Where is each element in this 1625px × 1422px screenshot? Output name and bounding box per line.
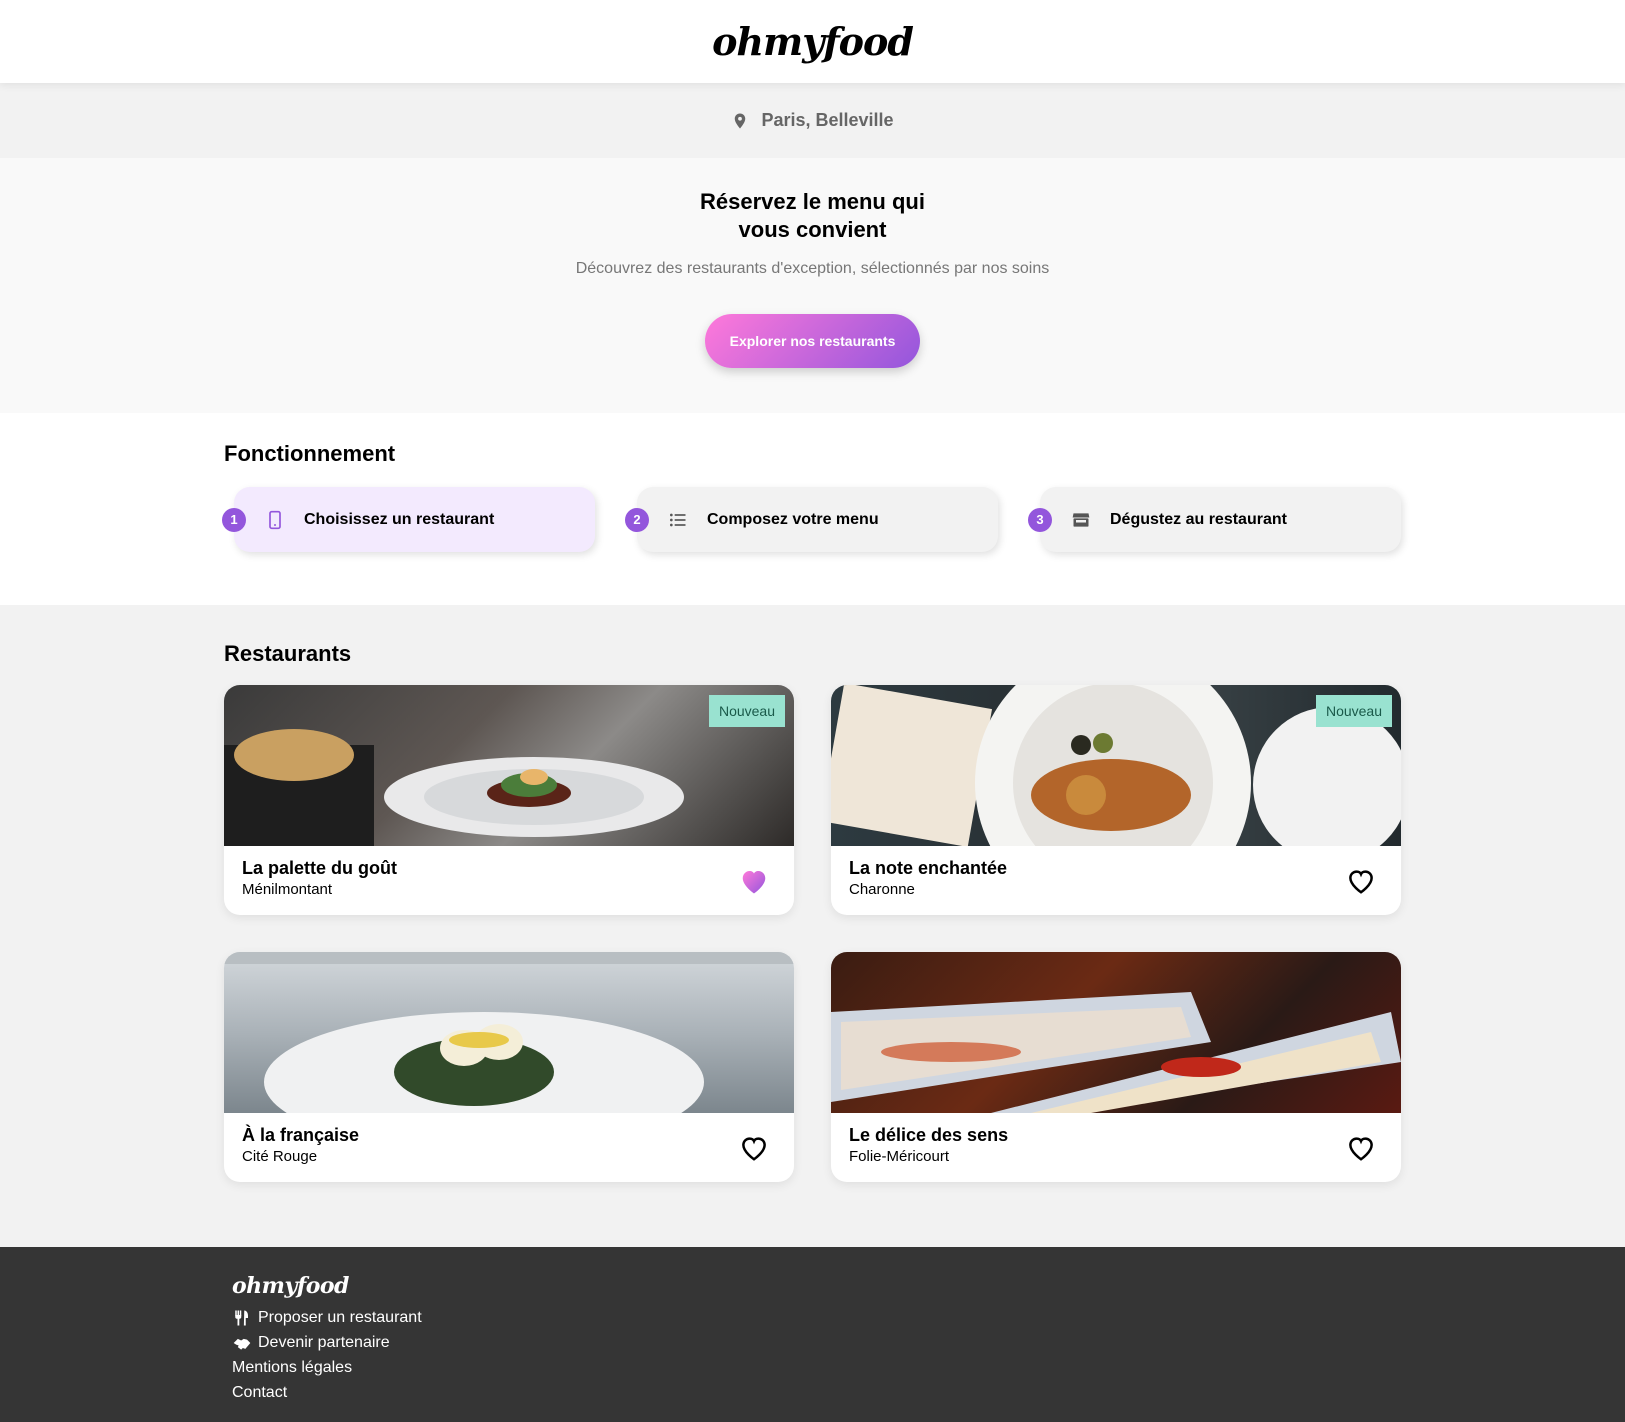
steps-list: 1 Choisissez un restaurant 2 Composez vo… bbox=[222, 487, 1401, 552]
location-text: Paris, Belleville bbox=[761, 110, 894, 130]
heart-outline-icon[interactable] bbox=[1345, 866, 1377, 896]
restaurant-card[interactable]: Le délice des sens Folie-Méricourt bbox=[831, 952, 1401, 1182]
new-badge: Nouveau bbox=[708, 695, 785, 727]
smartphone-icon bbox=[264, 509, 286, 531]
step-label: Choisissez un restaurant bbox=[304, 510, 495, 528]
restaurant-name: À la française bbox=[242, 1125, 360, 1145]
restaurant-card[interactable]: Nouveau La note enchantée Charonne bbox=[831, 685, 1401, 915]
logo[interactable]: ohmyfood bbox=[712, 19, 914, 64]
restaurant-area: Folie-Méricourt bbox=[849, 1148, 950, 1165]
list-icon bbox=[667, 509, 689, 531]
hero-section: Réservez le menu qui vous convient Décou… bbox=[0, 158, 1625, 413]
step-label: Composez votre menu bbox=[707, 510, 879, 528]
step-compose-menu: 2 Composez votre menu bbox=[625, 487, 998, 552]
footer-link-propose[interactable]: Proposer un restaurant bbox=[232, 1305, 1393, 1330]
footer-link-label[interactable]: Devenir partenaire bbox=[258, 1334, 390, 1352]
card-body: La palette du goût Ménilmontant bbox=[224, 846, 794, 915]
card-body: La note enchantée Charonne bbox=[831, 846, 1401, 915]
restaurant-area: Charonne bbox=[849, 881, 915, 898]
card-body: Le délice des sens Folie-Méricourt bbox=[831, 1113, 1401, 1182]
restaurant-photo: Nouveau bbox=[224, 685, 794, 846]
footer-link-label[interactable]: Mentions légales bbox=[232, 1359, 352, 1377]
footer-link-label[interactable]: Contact bbox=[232, 1384, 287, 1402]
heart-outline-icon[interactable] bbox=[738, 1133, 770, 1163]
site-header: ohmyfood bbox=[0, 0, 1625, 83]
restaurants-section: Restaurants Nouveau La palette du goût M… bbox=[0, 605, 1625, 1247]
food-plate-illustration bbox=[831, 992, 1401, 1113]
footer-links: Proposer un restaurant Devenir partenair… bbox=[232, 1305, 1393, 1405]
restaurant-photo bbox=[831, 952, 1401, 1113]
storefront-icon bbox=[1070, 509, 1092, 531]
footer-link-label[interactable]: Proposer un restaurant bbox=[258, 1309, 422, 1327]
process-section: Fonctionnement 1 Choisissez un restauran… bbox=[0, 413, 1625, 605]
restaurant-photo: Nouveau bbox=[831, 685, 1401, 846]
restaurants-title: Restaurants bbox=[224, 641, 352, 666]
restaurant-name: Le délice des sens bbox=[849, 1125, 1009, 1145]
hero-title: Réservez le menu qui vous convient bbox=[700, 189, 925, 242]
restaurant-photo bbox=[224, 952, 794, 1113]
restaurant-area: Ménilmontant bbox=[242, 881, 333, 898]
heart-filled-icon[interactable] bbox=[738, 866, 770, 896]
step-number: 2 bbox=[625, 507, 649, 532]
step-taste-restaurant: 3 Dégustez au restaurant bbox=[1028, 487, 1401, 552]
location-bar: Paris, Belleville bbox=[0, 83, 1625, 158]
restaurant-name: La palette du goût bbox=[242, 858, 397, 878]
restaurant-card[interactable]: Nouveau La palette du goût Ménilmontant bbox=[224, 685, 794, 915]
footer-logo: ohmyfood bbox=[232, 1273, 349, 1299]
step-choose-restaurant: 1 Choisissez un restaurant bbox=[222, 487, 595, 552]
footer-link-partner[interactable]: Devenir partenaire bbox=[232, 1330, 1393, 1355]
heart-outline-icon[interactable] bbox=[1345, 1133, 1377, 1163]
restaurant-card[interactable]: À la française Cité Rouge bbox=[224, 952, 794, 1182]
restaurant-cards: Nouveau La palette du goût Ménilmontant bbox=[224, 685, 1401, 1182]
footer-link-contact[interactable]: Contact bbox=[232, 1380, 1393, 1405]
step-label: Dégustez au restaurant bbox=[1110, 510, 1287, 528]
restaurant-name: La note enchantée bbox=[849, 858, 1008, 878]
restaurant-area: Cité Rouge bbox=[242, 1148, 318, 1165]
step-number: 1 bbox=[222, 507, 246, 532]
site-footer: ohmyfood Proposer un restaurant Devenir … bbox=[0, 1247, 1625, 1422]
footer-link-legal[interactable]: Mentions légales bbox=[232, 1355, 1393, 1380]
hero-subtitle: Découvrez des restaurants d'exception, s… bbox=[575, 260, 1050, 277]
food-plate-illustration bbox=[224, 952, 794, 1113]
utensils-icon bbox=[232, 1308, 252, 1328]
card-body: À la française Cité Rouge bbox=[224, 1113, 794, 1182]
new-badge: Nouveau bbox=[1315, 695, 1392, 727]
explore-restaurants-button[interactable]: Explorer nos restaurants bbox=[705, 314, 920, 368]
handshake-icon bbox=[232, 1333, 252, 1353]
process-title: Fonctionnement bbox=[224, 441, 396, 466]
step-number: 3 bbox=[1028, 507, 1052, 532]
map-pin-icon bbox=[731, 112, 749, 130]
